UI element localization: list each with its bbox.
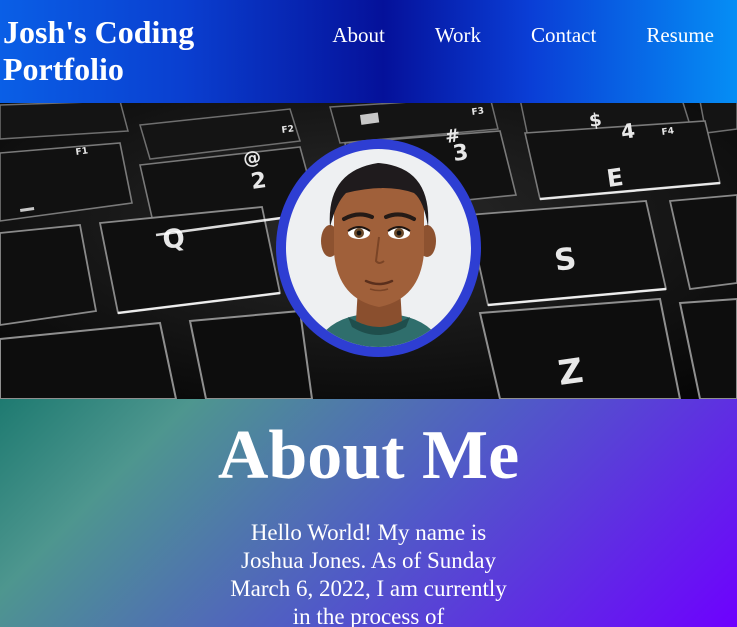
avatar (286, 149, 471, 347)
main-nav: About Work Contact Resume (282, 0, 737, 103)
key-glyph-f2: F2 (281, 124, 295, 136)
avatar-portrait-image (314, 163, 444, 347)
site-header: Josh's Coding Portfolio About Work Conta… (0, 0, 737, 103)
key-glyph-f1: F1 (75, 146, 89, 158)
nav-resume-link[interactable]: Resume (646, 22, 714, 48)
key-glyph-f4: F4 (661, 126, 675, 138)
nav-work-link[interactable]: Work (435, 22, 481, 48)
site-title: Josh's Coding Portfolio (3, 14, 195, 87)
nav-about-link[interactable]: About (332, 22, 385, 48)
key-glyph-f3: F3 (471, 106, 485, 118)
portfolio-page: Josh's Coding Portfolio About Work Conta… (0, 0, 737, 627)
about-intro-text: Hello World! My name is Joshua Jones. As… (230, 520, 507, 627)
key-glyph-q: Q (161, 223, 187, 256)
about-heading: About Me (217, 417, 520, 494)
key-glyph-at: @ (242, 147, 263, 170)
about-section: About Me Hello World! My name is Joshua … (0, 399, 737, 627)
avatar-ring (276, 139, 481, 357)
nav-contact-link[interactable]: Contact (531, 22, 596, 48)
